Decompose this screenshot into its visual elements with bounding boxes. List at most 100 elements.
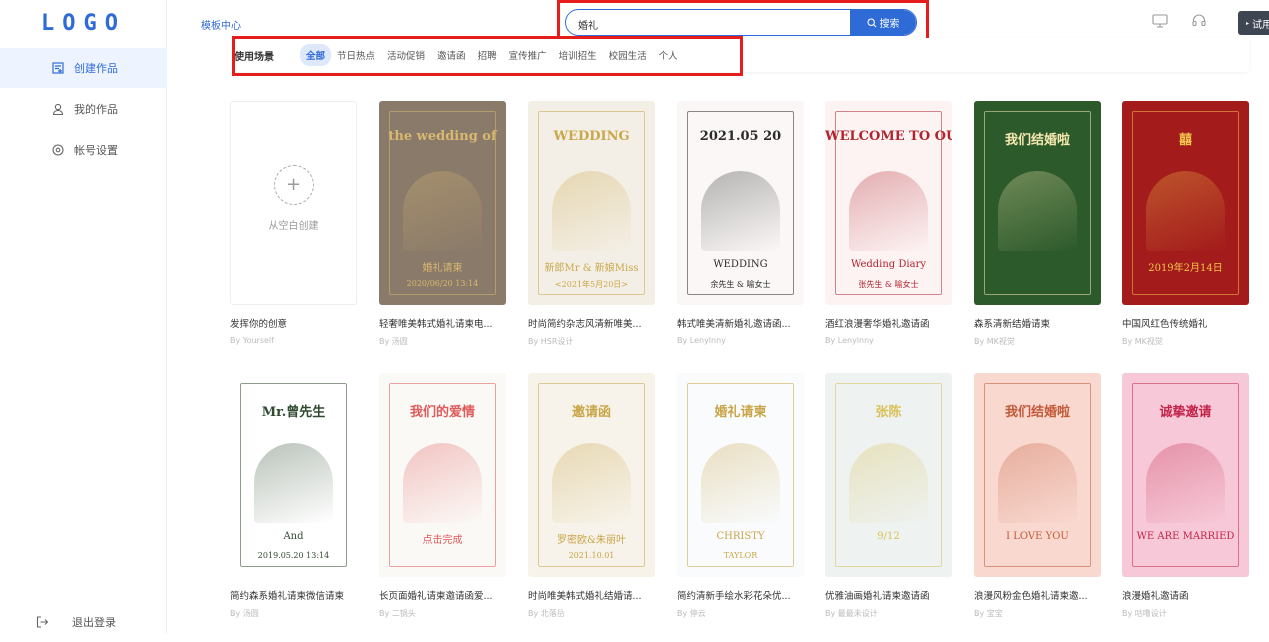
sidebar-item-account-settings[interactable]: 帐号设置 bbox=[0, 130, 167, 170]
template-card[interactable]: 我们结婚啦 I LOVE YOU 浪漫风粉金色婚礼请柬邀... By 宝宝 bbox=[974, 373, 1101, 619]
headset-icon[interactable] bbox=[1191, 13, 1207, 29]
thumbnail-text1: 张陈 bbox=[875, 405, 902, 420]
card-author: By 宝宝 bbox=[974, 609, 1003, 618]
card-author: By 二锅头 bbox=[379, 609, 416, 618]
template-thumbnail[interactable]: 张陈 9/12 bbox=[825, 373, 952, 577]
filter-bar: 使用场景 全部 节日热点 活动促销 邀请函 招聘 宣传推广 培训招生 校园生活 … bbox=[228, 38, 1249, 72]
template-card[interactable]: 我们的爱情 点击完成 长页面婚礼请柬邀请函爱... By 二锅头 bbox=[379, 373, 506, 619]
card-author: By Lenylnny bbox=[677, 336, 726, 345]
thumbnail-photo bbox=[552, 171, 631, 251]
user-icon bbox=[52, 103, 64, 115]
filter-option-promotion[interactable]: 活动促销 bbox=[381, 44, 431, 66]
blank-template-card[interactable]: + 从空白创建 发挥你的创意 By Yourself bbox=[230, 101, 357, 345]
sidebar-item-my-works[interactable]: 我的作品 bbox=[0, 89, 167, 129]
sidebar-item-label: 我的作品 bbox=[74, 103, 118, 116]
card-title: 优雅油画婚礼请柬邀请函 bbox=[825, 591, 930, 602]
filter-option-training[interactable]: 培训招生 bbox=[553, 44, 603, 66]
filter-label: 使用场景 bbox=[234, 52, 274, 63]
thumbnail-text2: 2019年2月14日 bbox=[1148, 263, 1223, 274]
logout-button[interactable]: 退出登录 bbox=[0, 602, 167, 642]
create-icon bbox=[52, 62, 64, 74]
thumbnail-text3: 2021.10.01 bbox=[568, 551, 615, 560]
thumbnail-text2: 点击完成 bbox=[422, 535, 463, 546]
thumbnail-photo bbox=[1146, 443, 1225, 523]
search-input[interactable]: 婚礼 bbox=[578, 17, 598, 32]
thumbnail-text1: 我们结婚啦 bbox=[1004, 133, 1070, 148]
template-thumbnail[interactable]: 婚礼请柬 CHRISTY TAYLOR bbox=[677, 373, 804, 577]
card-title: 酒红浪漫奢华婚礼邀请函 bbox=[825, 319, 930, 330]
try-button[interactable]: ▸ 试用 bbox=[1238, 11, 1269, 35]
thumbnail-text3: 余先生 & 喻女士 bbox=[710, 280, 771, 289]
thumbnail-text2: I LOVE YOU bbox=[1006, 531, 1069, 542]
thumbnail-photo bbox=[701, 443, 780, 523]
thumbnail-text3: TAYLOR bbox=[723, 551, 758, 560]
template-card[interactable]: WELCOME TO OUR WEDDING Wedding Diary 张先生 &… bbox=[825, 101, 952, 345]
card-author: By 汤圆 bbox=[230, 609, 259, 618]
template-thumbnail[interactable]: WEDDING 新郎Mr & 新娘Miss <2021年5月20日> bbox=[528, 101, 655, 305]
filter-option-recruitment[interactable]: 招聘 bbox=[472, 44, 503, 66]
thumbnail-photo bbox=[849, 171, 928, 251]
thumbnail-photo bbox=[254, 443, 333, 523]
template-thumbnail[interactable]: 邀请函 罗密欧&朱丽叶 2021.10.01 bbox=[528, 373, 655, 577]
template-thumbnail[interactable]: 我们结婚啦 bbox=[974, 101, 1101, 305]
thumbnail-photo bbox=[701, 171, 780, 251]
template-card[interactable]: WEDDING 新郎Mr & 新娘Miss <2021年5月20日> 时尚简约杂志风清… bbox=[528, 101, 655, 347]
filter-option-campus[interactable]: 校园生活 bbox=[603, 44, 653, 66]
template-card[interactable]: 诚挚邀请 WE ARE MARRIED 浪漫婚礼邀请函 By 咕噜设计 bbox=[1122, 373, 1249, 619]
template-thumbnail[interactable]: 我们的爱情 点击完成 bbox=[379, 373, 506, 577]
card-author: By 停云 bbox=[677, 609, 706, 618]
thumbnail-text2: Wedding Diary bbox=[850, 259, 926, 270]
card-author: By 咕噜设计 bbox=[1122, 609, 1167, 618]
template-thumbnail[interactable]: 我们结婚啦 I LOVE YOU bbox=[974, 373, 1101, 577]
template-card[interactable]: the wedding of 婚礼请柬 2020/06/20 13:14 轻奢唯美韩式… bbox=[379, 101, 506, 347]
template-thumbnail[interactable]: 诚挚邀请 WE ARE MARRIED bbox=[1122, 373, 1249, 577]
thumbnail-text1: the wedding of bbox=[388, 129, 497, 144]
card-title: 发挥你的创意 bbox=[230, 319, 288, 330]
card-author: By MK视觉 bbox=[974, 337, 1015, 346]
search-button[interactable]: 搜索 bbox=[850, 10, 916, 35]
template-card[interactable]: 我们结婚啦 森系清新结婚请柬 By MK视觉 bbox=[974, 101, 1101, 347]
card-title: 简约清新手绘水彩花朵优... bbox=[677, 591, 791, 602]
template-card[interactable]: 囍 2019年2月14日 中国风红色传统婚礼 By MK视觉 bbox=[1122, 101, 1249, 347]
filter-option-all[interactable]: 全部 bbox=[300, 44, 332, 66]
template-thumbnail[interactable]: the wedding of 婚礼请柬 2020/06/20 13:14 bbox=[379, 101, 506, 305]
thumbnail-text1: 婚礼请柬 bbox=[714, 405, 767, 420]
thumbnail-text3: <2021年5月20日> bbox=[554, 280, 629, 289]
search-icon bbox=[866, 17, 876, 27]
thumbnail-photo bbox=[552, 443, 631, 523]
thumbnail-text1: 囍 bbox=[1178, 133, 1192, 148]
filter-option-marketing[interactable]: 宣传推广 bbox=[503, 44, 553, 66]
logo[interactable]: LOGO bbox=[0, 0, 167, 46]
filter-option-personal[interactable]: 个人 bbox=[653, 44, 684, 66]
card-author: By Yourself bbox=[230, 336, 274, 345]
sidebar-item-create[interactable]: 创建作品 bbox=[0, 48, 167, 88]
thumbnail-photo bbox=[998, 443, 1077, 523]
filter-option-invitation[interactable]: 邀请函 bbox=[431, 44, 472, 66]
template-thumbnail[interactable]: 囍 2019年2月14日 bbox=[1122, 101, 1249, 305]
sidebar: LOGO 创建作品 我的作品 帐号设置 退出登录 bbox=[0, 0, 167, 633]
sidebar-item-label: 创建作品 bbox=[74, 62, 118, 75]
template-thumbnail[interactable]: 2021.05 20 WEDDING 余先生 & 喻女士 bbox=[677, 101, 804, 305]
card-title: 时尚唯美韩式婚礼结婚请... bbox=[528, 591, 642, 602]
blank-create-text: 从空白创建 bbox=[268, 220, 319, 232]
template-thumbnail[interactable]: Mr.曾先生 And 2019.05.20 13:14 bbox=[230, 373, 357, 577]
blank-thumb[interactable]: + 从空白创建 bbox=[230, 101, 357, 305]
thumbnail-photo bbox=[849, 443, 928, 523]
monitor-icon[interactable] bbox=[1152, 14, 1168, 28]
search-button-label: 搜索 bbox=[879, 19, 900, 30]
caret-icon: ▸ bbox=[1246, 19, 1250, 27]
thumbnail-text3: 2019.05.20 13:14 bbox=[257, 551, 330, 560]
template-card[interactable]: 张陈 9/12 优雅油画婚礼请柬邀请函 By 最最未设计 bbox=[825, 373, 952, 619]
template-card[interactable]: 邀请函 罗密欧&朱丽叶 2021.10.01 时尚唯美韩式婚礼结婚请... By 北落岳 bbox=[528, 373, 655, 619]
template-card[interactable]: 2021.05 20 WEDDING 余先生 & 喻女士 韩式唯美清新婚礼邀请函...… bbox=[677, 101, 804, 345]
filter-option-holiday[interactable]: 节日热点 bbox=[331, 44, 381, 66]
template-thumbnail[interactable]: WELCOME TO OUR WEDDING Wedding Diary 张先生 &… bbox=[825, 101, 952, 305]
filter-options: 全部 节日热点 活动促销 邀请函 招聘 宣传推广 培训招生 校园生活 个人 bbox=[300, 44, 684, 66]
breadcrumb[interactable]: 模板中心 bbox=[201, 17, 241, 32]
card-author: By 北落岳 bbox=[528, 609, 565, 618]
thumbnail-text2: 婚礼请柬 bbox=[422, 263, 463, 274]
template-card[interactable]: Mr.曾先生 And 2019.05.20 13:14 简约森系婚礼请柬微信请柬 By … bbox=[230, 373, 357, 619]
template-card[interactable]: 婚礼请柬 CHRISTY TAYLOR 简约清新手绘水彩花朵优... By 停云 bbox=[677, 373, 804, 619]
thumbnail-text2: WEDDING bbox=[713, 259, 768, 270]
thumbnail-text1: 我们结婚啦 bbox=[1004, 405, 1070, 420]
